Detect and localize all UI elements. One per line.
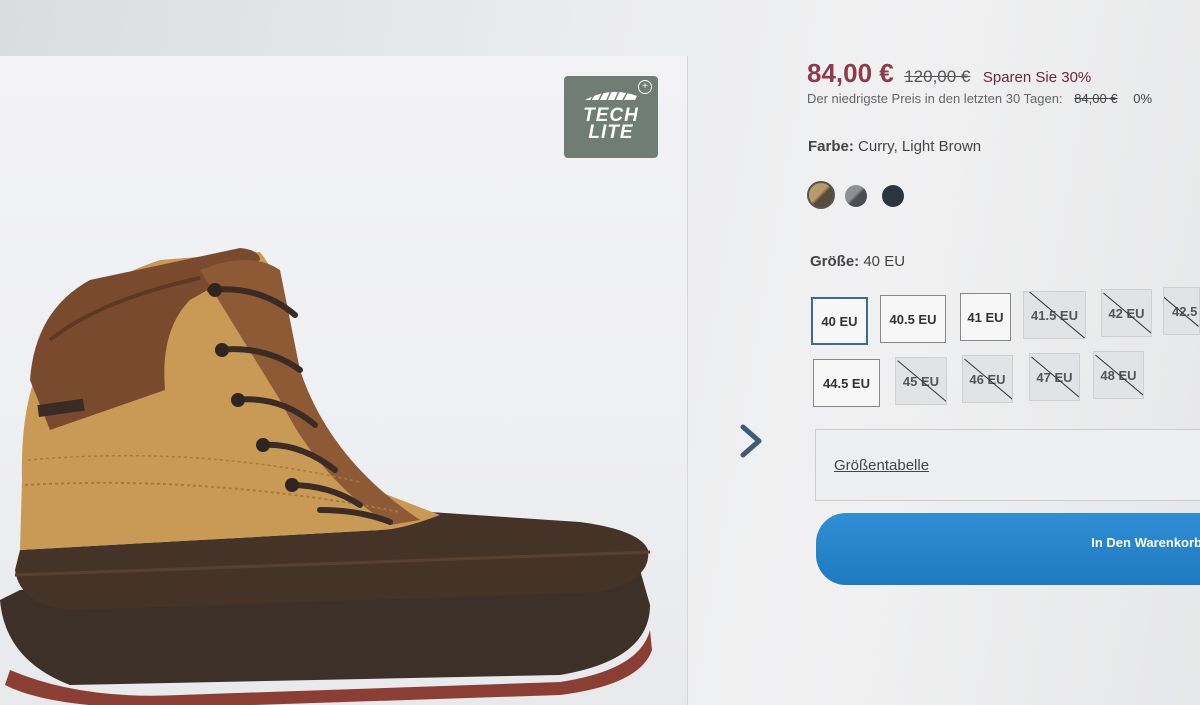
color-swatch-grey[interactable] <box>845 185 867 207</box>
size-option-45[interactable]: 45 EU <box>895 357 947 405</box>
size-option-46[interactable]: 46 EU <box>962 355 1013 403</box>
size-option-label: 42.5 <box>1172 303 1198 319</box>
size-option-44-5[interactable]: 44.5 EU <box>813 359 880 407</box>
size-option-label: 42 EU <box>1108 305 1145 321</box>
tech-lite-badge: + TECH LITE <box>564 76 658 158</box>
size-option-label: 48 EU <box>1100 367 1137 383</box>
original-price: 120,00 € <box>904 67 971 86</box>
badge-text-line2: LITE <box>588 122 634 143</box>
size-option-label: 47 EU <box>1036 369 1073 385</box>
next-image-chevron-icon[interactable] <box>737 421 767 461</box>
size-chart-panel: Größentabelle <box>815 429 1200 501</box>
size-option-41-5[interactable]: 41.5 EU <box>1023 291 1086 339</box>
sole-logo-icon <box>585 90 637 101</box>
size-value: 40 EU <box>863 253 906 270</box>
size-label: Größe: <box>810 253 860 270</box>
size-option-42-5[interactable]: 42.5 <box>1163 287 1200 335</box>
size-option-42[interactable]: 42 EU <box>1101 289 1152 337</box>
color-swatch-navy[interactable] <box>882 185 904 207</box>
product-page: + TECH LITE 84,00 € 120,00 € Sparen Sie … <box>0 0 1200 705</box>
color-swatch-curry[interactable] <box>807 181 835 209</box>
size-option-label: 40 EU <box>821 313 858 329</box>
size-option-47[interactable]: 47 EU <box>1029 353 1080 401</box>
size-option-40-5[interactable]: 40.5 EU <box>880 295 946 343</box>
size-option-label: 40.5 EU <box>889 311 937 327</box>
lowest-price-value: 84,00 € <box>1074 91 1118 106</box>
current-price: 84,00 € <box>807 58 894 88</box>
size-row: Größe: 40 EU <box>810 253 905 270</box>
size-option-label: 46 EU <box>969 371 1006 387</box>
color-value: Curry, Light Brown <box>858 138 982 155</box>
color-label: Farbe: <box>808 138 854 155</box>
size-option-40[interactable]: 40 EU <box>811 297 868 345</box>
size-option-label: 45 EU <box>902 373 940 389</box>
size-option-label: 41.5 EU <box>1031 307 1078 323</box>
color-row: Farbe: Curry, Light Brown <box>808 138 981 155</box>
plus-icon: + <box>638 80 652 94</box>
size-chart-link[interactable]: Größentabelle <box>834 457 929 474</box>
size-option-label: 44.5 EU <box>823 375 870 391</box>
size-option-41[interactable]: 41 EU <box>960 293 1011 341</box>
product-image-boot <box>0 248 652 705</box>
add-to-cart-button[interactable]: In Den Warenkorb <box>816 513 1200 585</box>
add-to-cart-label: In Den Warenkorb <box>1091 534 1200 550</box>
lowest-price-percent: 0% <box>1133 91 1153 106</box>
size-option-48[interactable]: 48 EU <box>1093 351 1144 399</box>
savings-text: Sparen Sie 30% <box>982 69 1092 86</box>
price-row: 84,00 € 120,00 € Sparen Sie 30% <box>807 58 1091 89</box>
lowest-price-label: Der niedrigste Preis in den letzten 30 T… <box>807 91 1063 106</box>
size-option-label: 41 EU <box>967 309 1004 325</box>
lowest-price-row: Der niedrigste Preis in den letzten 30 T… <box>807 91 1152 106</box>
